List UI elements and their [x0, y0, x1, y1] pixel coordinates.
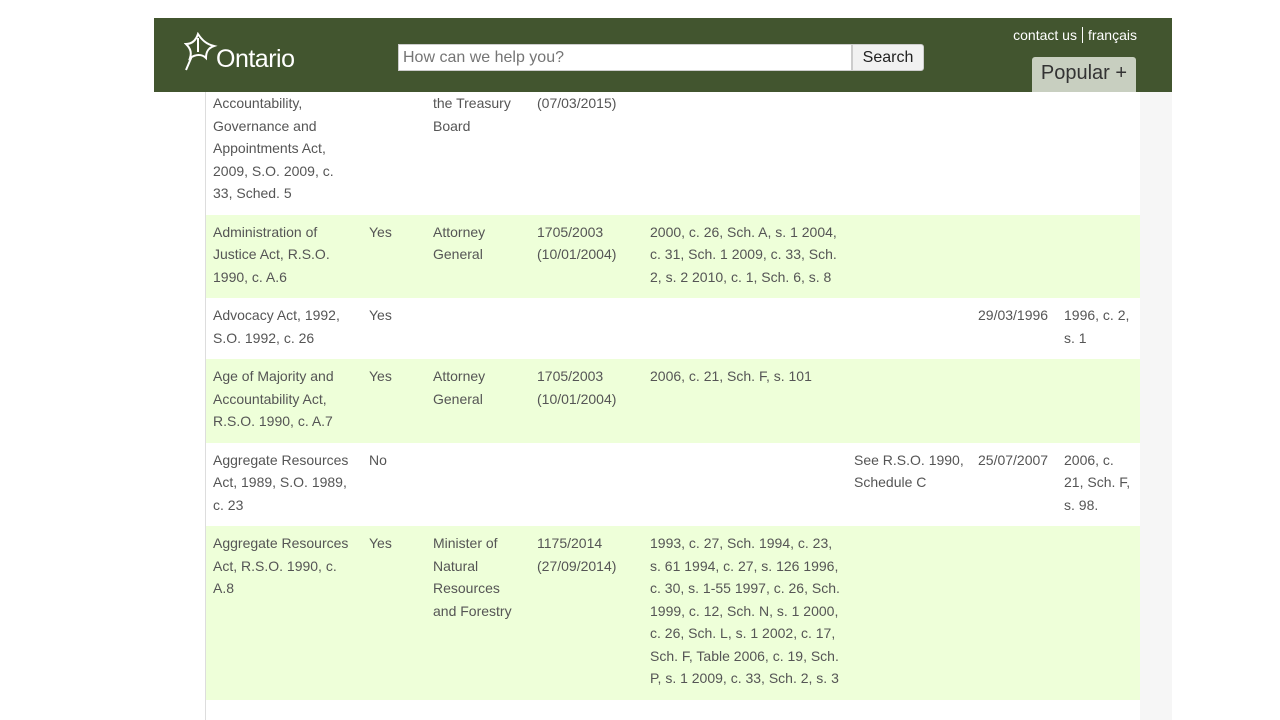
table-cell: Aggregate Resources Act, R.S.O. 1990, c.…	[206, 526, 362, 700]
table-cell	[971, 214, 1057, 298]
table-cell	[643, 298, 847, 359]
scroll-gutter	[1140, 92, 1172, 720]
table-cell	[362, 92, 426, 215]
site-header: Ontario Search contact us français Popula…	[154, 18, 1172, 92]
divider	[1081, 27, 1083, 43]
table-cell: Aggregate Resources Act, 1989, S.O. 1989…	[213, 451, 349, 513]
table-cell: 2000, c. 26, Sch. A, s. 1 2004, c. 31, S…	[643, 214, 847, 298]
table-cell	[847, 214, 971, 298]
search-input[interactable]	[398, 44, 852, 71]
table-row: Aggregate Resources Act, R.S.O. 1990, c.…	[206, 526, 1140, 700]
statutes-table: Accountability, Governance and Appointme…	[206, 92, 1140, 700]
table-row: Advocacy Act, 1992, S.O. 1992, c. 26 Yes 2…	[206, 298, 1140, 359]
table-cell	[847, 298, 971, 359]
statutes-table-container: Accountability, Governance and Appointme…	[205, 92, 1141, 720]
table-cell	[530, 298, 643, 359]
contact-us-link[interactable]: contact us	[1013, 27, 1077, 43]
table-cell	[971, 359, 1057, 443]
table-cell: Minister of Natural Resources and Forest…	[426, 526, 530, 700]
table-cell: the Treasury Board	[433, 95, 511, 134]
table-cell	[1057, 526, 1140, 700]
table-cell: 29/03/1996	[978, 307, 1049, 323]
table-cell	[1057, 92, 1140, 215]
table-cell	[847, 359, 971, 443]
table-cell: 1705/2003 (10/01/2004)	[530, 359, 643, 443]
table-cell: Yes	[362, 214, 426, 298]
table-cell: Attorney General	[426, 214, 530, 298]
table-cell	[847, 526, 971, 700]
trillium-icon	[184, 32, 218, 71]
table-cell	[971, 92, 1057, 215]
table-cell: No	[369, 451, 387, 468]
table-cell: Administration of Justice Act, R.S.O. 19…	[206, 214, 362, 298]
table-cell: 1175/2014 (27/09/2014)	[530, 526, 643, 700]
table-cell: 1993, c. 27, Sch. 1994, c. 23, s. 61 199…	[643, 526, 847, 700]
table-row: Accountability, Governance and Appointme…	[206, 92, 1140, 215]
table-cell	[1057, 359, 1140, 443]
table-cell	[530, 443, 643, 527]
popular-tab[interactable]: Popular +	[1032, 57, 1136, 92]
table-cell: Attorney General	[426, 359, 530, 443]
table-cell: Accountability, Governance and Appointme…	[213, 95, 334, 201]
ontario-logo[interactable]: Ontario	[184, 32, 295, 73]
table-cell	[643, 443, 847, 527]
table-cell	[643, 92, 847, 215]
francais-link[interactable]: français	[1088, 27, 1137, 43]
table-row: Age of Majority and Accountability Act, …	[206, 359, 1140, 443]
table-row: Aggregate Resources Act, 1989, S.O. 1989…	[206, 443, 1140, 527]
table-cell: 2006, c. 21, Sch. F, s. 101	[643, 359, 847, 443]
table-cell: Yes	[362, 526, 426, 700]
table-cell: Age of Majority and Accountability Act, …	[206, 359, 362, 443]
table-cell	[847, 92, 971, 215]
table-row: Administration of Justice Act, R.S.O. 19…	[206, 214, 1140, 298]
search-button[interactable]: Search	[852, 44, 924, 71]
table-cell	[971, 526, 1057, 700]
table-cell	[1057, 214, 1140, 298]
table-cell: 1705/2003 (10/01/2004)	[530, 214, 643, 298]
table-cell: 25/07/2007	[978, 451, 1049, 468]
table-cell: Yes	[362, 359, 426, 443]
table-cell: 2006, c. 21, Sch. F, s. 98.	[1064, 451, 1131, 513]
table-cell: (07/03/2015)	[537, 95, 617, 111]
table-cell	[426, 443, 530, 527]
top-links: contact us français	[1013, 27, 1137, 43]
table-cell: See R.S.O. 1990, Schedule C	[854, 451, 964, 491]
table-cell: Yes	[369, 307, 392, 323]
table-cell: Advocacy Act, 1992, S.O. 1992, c. 26	[213, 307, 340, 346]
table-cell	[426, 298, 530, 359]
table-cell: 1996, c. 2, s. 1	[1064, 307, 1130, 346]
